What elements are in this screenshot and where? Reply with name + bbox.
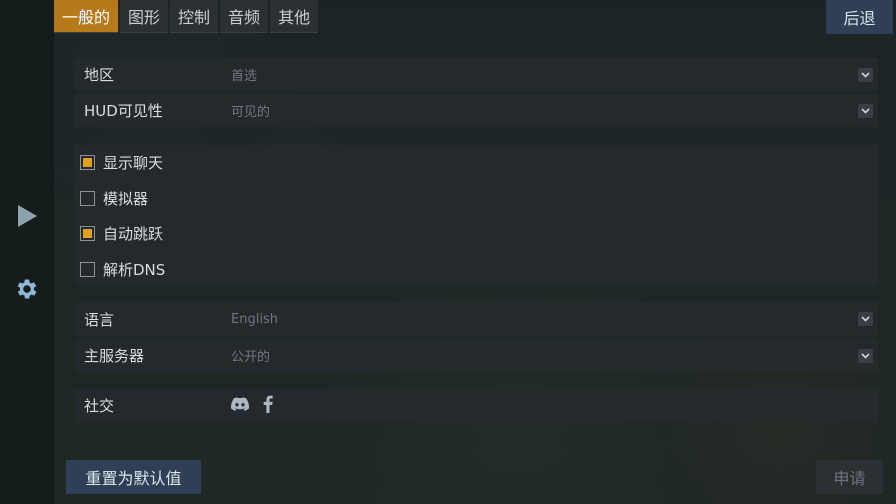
emulator-label: 模拟器	[103, 189, 149, 208]
reset-defaults-button[interactable]: 重置为默认值	[66, 460, 201, 494]
hud-visibility-dropdown[interactable]: HUD可见性 可见的	[75, 94, 878, 127]
emulator-checkbox[interactable]: 模拟器	[80, 188, 148, 208]
main-server-label: 主服务器	[84, 347, 145, 365]
chevron-down-icon[interactable]	[858, 67, 873, 82]
checkbox-box[interactable]	[80, 190, 95, 206]
tab-audio[interactable]: 音频	[220, 0, 269, 33]
checkbox-box[interactable]	[80, 154, 95, 170]
resolve-dns-label: 解析DNS	[103, 260, 166, 279]
region-value: 首选	[231, 69, 258, 84]
show-chat-checkbox[interactable]: 显示聊天	[80, 152, 163, 172]
language-label: 语言	[84, 310, 115, 329]
main-server-value: 公开的	[231, 350, 271, 365]
main-server-dropdown[interactable]: 主服务器 公开的	[75, 339, 878, 372]
tab-general[interactable]: 一般的	[54, 0, 119, 33]
chevron-down-icon[interactable]	[858, 348, 873, 363]
checkbox-box[interactable]	[80, 225, 95, 241]
language-value: English	[231, 311, 278, 327]
hud-visibility-label: HUD可见性	[84, 102, 163, 120]
discord-icon[interactable]	[231, 396, 250, 415]
social-row: 社交	[75, 389, 878, 422]
language-dropdown[interactable]: 语言 English	[75, 302, 878, 336]
hud-visibility-value: 可见的	[231, 105, 271, 120]
apply-button[interactable]: 申请	[816, 460, 883, 494]
chevron-down-icon[interactable]	[858, 312, 873, 326]
checkbox-box[interactable]	[80, 261, 95, 277]
back-button[interactable]: 后退	[826, 0, 893, 34]
social-label: 社交	[84, 397, 115, 415]
auto-jump-label: 自动跳跃	[103, 224, 164, 243]
tab-other[interactable]: 其他	[270, 0, 319, 33]
tab-controls[interactable]: 控制	[170, 0, 219, 33]
tab-graphics[interactable]: 图形	[120, 0, 169, 33]
checkbox-checked-mark	[83, 157, 92, 167]
show-chat-label: 显示聊天	[103, 153, 164, 172]
auto-jump-checkbox[interactable]: 自动跳跃	[80, 223, 163, 243]
checkbox-checked-mark	[83, 228, 92, 238]
gear-icon[interactable]	[0, 274, 54, 304]
left-rail	[0, 0, 54, 504]
chevron-down-icon[interactable]	[858, 103, 873, 118]
checkbox-group: 显示聊天 模拟器 自动跳跃 解析DNS	[75, 145, 878, 285]
resolve-dns-checkbox[interactable]: 解析DNS	[80, 259, 165, 279]
play-icon[interactable]	[0, 202, 54, 230]
facebook-icon[interactable]	[263, 395, 273, 417]
social-icons	[231, 395, 273, 417]
tab-bar: 一般的 图形 控制 音频 其他	[54, 0, 320, 34]
region-label: 地区	[84, 66, 115, 84]
region-dropdown[interactable]: 地区 首选	[75, 58, 878, 91]
